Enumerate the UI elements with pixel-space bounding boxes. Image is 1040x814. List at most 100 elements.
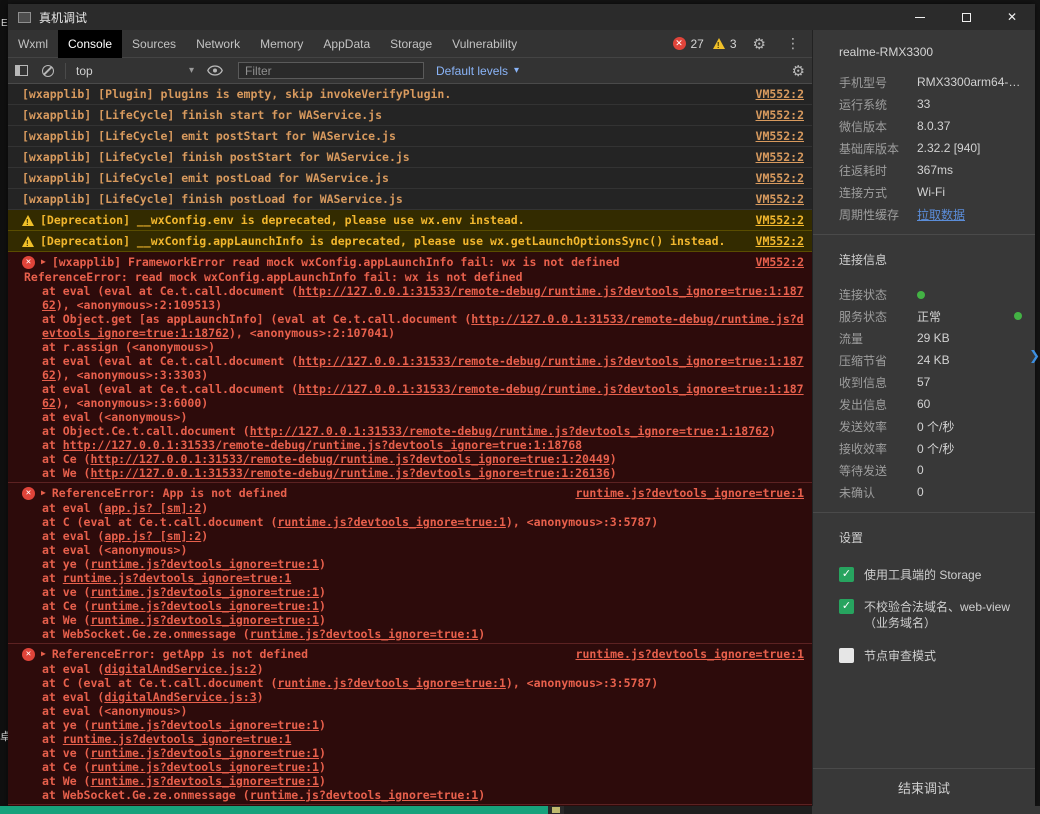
connection-label: 流量 bbox=[839, 331, 864, 346]
console-log[interactable]: [wxapplib] [Plugin] plugins is empty, sk… bbox=[8, 84, 812, 806]
console-message-source-link[interactable]: VM552:2 bbox=[756, 254, 804, 270]
console-message-source-link[interactable]: runtime.js?devtools_ignore=true:1 bbox=[576, 646, 804, 662]
stack-source-link[interactable]: http://127.0.0.1:31533/remote-debug/runt… bbox=[90, 466, 609, 480]
stack-frame-line: at r.assign (<anonymous>) bbox=[42, 340, 216, 354]
console-message-head[interactable]: ! [Deprecation] __wxConfig.appLaunchInfo … bbox=[8, 233, 812, 249]
checkbox-checked-icon[interactable]: ✓ bbox=[839, 599, 854, 615]
tab-appdata[interactable]: AppData bbox=[313, 30, 380, 58]
console-message-head[interactable]: ✕ ▶ ReferenceError: App is not defined runt… bbox=[8, 485, 812, 501]
stack-source-link[interactable]: http://127.0.0.1:31533/remote-debug/runt… bbox=[42, 312, 804, 340]
stack-source-link[interactable]: runtime.js?devtools_ignore=true:1 bbox=[90, 599, 318, 613]
warning-bang: ! bbox=[26, 218, 29, 227]
console-message-head[interactable]: [wxapplib] [LifeCycle] finish start for … bbox=[8, 107, 812, 123]
panel-divider bbox=[813, 512, 1035, 513]
tab-vulnerability[interactable]: Vulnerability bbox=[442, 30, 527, 58]
connection-rows: 连接状态 服务状态 正常 流量 29 KB 压缩节省 24 KB 收到信息 57 发出信息 60 发送… bbox=[813, 283, 1035, 503]
log-levels-dropdown[interactable]: Default levels ▾ bbox=[436, 64, 519, 78]
setting-row[interactable]: 节点审查模式 bbox=[813, 640, 1035, 672]
stack-source-link[interactable]: app.js? [sm]:2 bbox=[104, 529, 201, 543]
stack-frame-line: at ve (runtime.js?devtools_ignore=true:1… bbox=[42, 585, 326, 599]
filter-input[interactable] bbox=[238, 62, 424, 79]
stack-source-link[interactable]: runtime.js?devtools_ignore=true:1 bbox=[90, 718, 318, 732]
stack-source-link[interactable]: runtime.js?devtools_ignore=true:1 bbox=[90, 774, 318, 788]
context-selector[interactable]: top ▾ bbox=[70, 64, 200, 78]
tab-console[interactable]: Console bbox=[58, 29, 123, 58]
status-dot-green bbox=[1014, 312, 1022, 320]
console-sidebar-toggle-icon[interactable] bbox=[8, 65, 35, 76]
minimize-button[interactable] bbox=[897, 4, 943, 30]
maximize-icon bbox=[961, 12, 971, 22]
console-message-text: [wxapplib] [LifeCycle] emit postStart fo… bbox=[22, 129, 396, 143]
stack-source-link[interactable]: app.js? [sm]:2 bbox=[104, 501, 201, 515]
stack-source-link[interactable]: runtime.js?devtools_ignore=true:1 bbox=[250, 627, 478, 641]
console-message-source-link[interactable]: VM552:2 bbox=[756, 170, 804, 186]
checkbox-unchecked-icon[interactable] bbox=[839, 647, 854, 663]
connection-value bbox=[917, 287, 925, 301]
console-message-head[interactable]: ! [Deprecation] __wxConfig.env is depreca… bbox=[8, 212, 812, 228]
stack-source-link[interactable]: digitalAndService.js:2 bbox=[104, 662, 256, 676]
stack-source-link[interactable]: http://127.0.0.1:31533/remote-debug/runt… bbox=[90, 452, 609, 466]
stack-source-link[interactable]: runtime.js?devtools_ignore=true:1 bbox=[90, 760, 318, 774]
console-message-source-link[interactable]: runtime.js?devtools_ignore=true:1 bbox=[576, 485, 804, 501]
checkbox-checked-icon[interactable]: ✓ bbox=[839, 567, 854, 582]
stack-source-link[interactable]: runtime.js?devtools_ignore=true:1 bbox=[90, 557, 318, 571]
expand-caret-icon[interactable]: ▶ bbox=[41, 254, 46, 270]
stack-frame-line: at We (runtime.js?devtools_ignore=true:1… bbox=[42, 613, 326, 627]
stack-frame-line: at eval (eval at Ce.t.call.document (htt… bbox=[42, 354, 804, 382]
stack-source-link[interactable]: http://127.0.0.1:31533/remote-debug/runt… bbox=[42, 354, 804, 382]
console-message-head[interactable]: ✕ ▶ [wxapplib] FrameworkError read mock wx… bbox=[8, 254, 812, 270]
console-message: [wxapplib] [LifeCycle] emit postStart fo… bbox=[8, 126, 812, 147]
clear-console-icon[interactable] bbox=[35, 64, 61, 77]
setting-row[interactable]: ✓ 使用工具端的 Storage bbox=[813, 559, 1035, 591]
stack-source-link[interactable]: runtime.js?devtools_ignore=true:1 bbox=[63, 732, 291, 746]
tab-network[interactable]: Network bbox=[186, 30, 250, 58]
stack-source-link[interactable]: runtime.js?devtools_ignore=true:1 bbox=[277, 515, 505, 529]
stack-source-link[interactable]: http://127.0.0.1:31533/remote-debug/runt… bbox=[42, 284, 804, 312]
tab-sources[interactable]: Sources bbox=[122, 30, 186, 58]
stack-source-link[interactable]: http://127.0.0.1:31533/remote-debug/runt… bbox=[42, 382, 804, 410]
console-message-head[interactable]: [wxapplib] [LifeCycle] emit postStart fo… bbox=[8, 128, 812, 144]
tab-memory[interactable]: Memory bbox=[250, 30, 313, 58]
console-message-source-link[interactable]: VM552:2 bbox=[756, 212, 804, 228]
console-message-source-link[interactable]: VM552:2 bbox=[756, 128, 804, 144]
device-info-rows: 手机型号 RMX3300arm64-… 运行系统 33 微信版本 8.0.37 基础库版本 2… bbox=[813, 71, 1035, 225]
devtools-tab-bar: Wxml Console Sources Network Memory AppD… bbox=[8, 29, 812, 58]
devtools-pane: Wxml Console Sources Network Memory AppD… bbox=[8, 29, 812, 806]
end-debug-button[interactable]: 结束调试 bbox=[813, 768, 1035, 806]
console-message-head[interactable]: [wxapplib] [LifeCycle] finish postStart … bbox=[8, 149, 812, 165]
stack-source-link[interactable]: runtime.js?devtools_ignore=true:1 bbox=[90, 613, 318, 627]
tab-wxml[interactable]: Wxml bbox=[8, 30, 58, 58]
console-message-head[interactable]: [wxapplib] [Plugin] plugins is empty, sk… bbox=[8, 86, 812, 102]
stack-source-link[interactable]: http://127.0.0.1:31533/remote-debug/runt… bbox=[250, 424, 769, 438]
tab-storage[interactable]: Storage bbox=[380, 30, 442, 58]
background-collapse-chevron: ❯ bbox=[1029, 348, 1040, 363]
settings-gear-icon[interactable]: ⚙ bbox=[746, 35, 773, 53]
expand-caret-icon[interactable]: ▶ bbox=[41, 646, 46, 662]
console-message-source-link[interactable]: VM552:2 bbox=[756, 233, 804, 249]
stack-source-link[interactable]: runtime.js?devtools_ignore=true:1 bbox=[250, 788, 478, 802]
console-message-source-link[interactable]: VM552:2 bbox=[756, 191, 804, 207]
console-message-head[interactable]: [wxapplib] [LifeCycle] finish postLoad f… bbox=[8, 191, 812, 207]
stack-source-link[interactable]: runtime.js?devtools_ignore=true:1 bbox=[277, 676, 505, 690]
stack-source-link[interactable]: http://127.0.0.1:31533/remote-debug/runt… bbox=[63, 438, 582, 452]
console-message-head[interactable]: [wxapplib] [LifeCycle] emit postLoad for… bbox=[8, 170, 812, 186]
connection-row: 服务状态 正常 bbox=[813, 305, 1035, 327]
stack-frame-line: at eval (<anonymous>) bbox=[42, 704, 188, 718]
console-message-source-link[interactable]: VM552:2 bbox=[756, 86, 804, 102]
console-message-head[interactable]: ✕ ▶ ReferenceError: getApp is not defined r… bbox=[8, 646, 812, 662]
close-button[interactable]: ✕ bbox=[989, 4, 1035, 30]
setting-row[interactable]: ✓ 不校验合法域名、web-view（业务域名） bbox=[813, 591, 1035, 639]
stack-source-link[interactable]: runtime.js?devtools_ignore=true:1 bbox=[90, 746, 318, 760]
more-options-icon[interactable]: ⋮ bbox=[778, 35, 808, 52]
expand-caret-icon[interactable]: ▶ bbox=[41, 485, 46, 501]
console-message: ! [Deprecation] __wxConfig.env is depreca… bbox=[8, 210, 812, 231]
refresh-cache-link[interactable]: 拉取数据 bbox=[917, 206, 965, 223]
console-message-source-link[interactable]: VM552:2 bbox=[756, 149, 804, 165]
console-message-source-link[interactable]: VM552:2 bbox=[756, 107, 804, 123]
stack-source-link[interactable]: runtime.js?devtools_ignore=true:1 bbox=[90, 585, 318, 599]
maximize-button[interactable] bbox=[943, 4, 989, 30]
eye-icon[interactable] bbox=[200, 65, 230, 76]
stack-source-link[interactable]: digitalAndService.js:3 bbox=[104, 690, 256, 704]
console-settings-gear-icon[interactable]: ⚙ bbox=[785, 62, 812, 80]
stack-source-link[interactable]: runtime.js?devtools_ignore=true:1 bbox=[63, 571, 291, 585]
